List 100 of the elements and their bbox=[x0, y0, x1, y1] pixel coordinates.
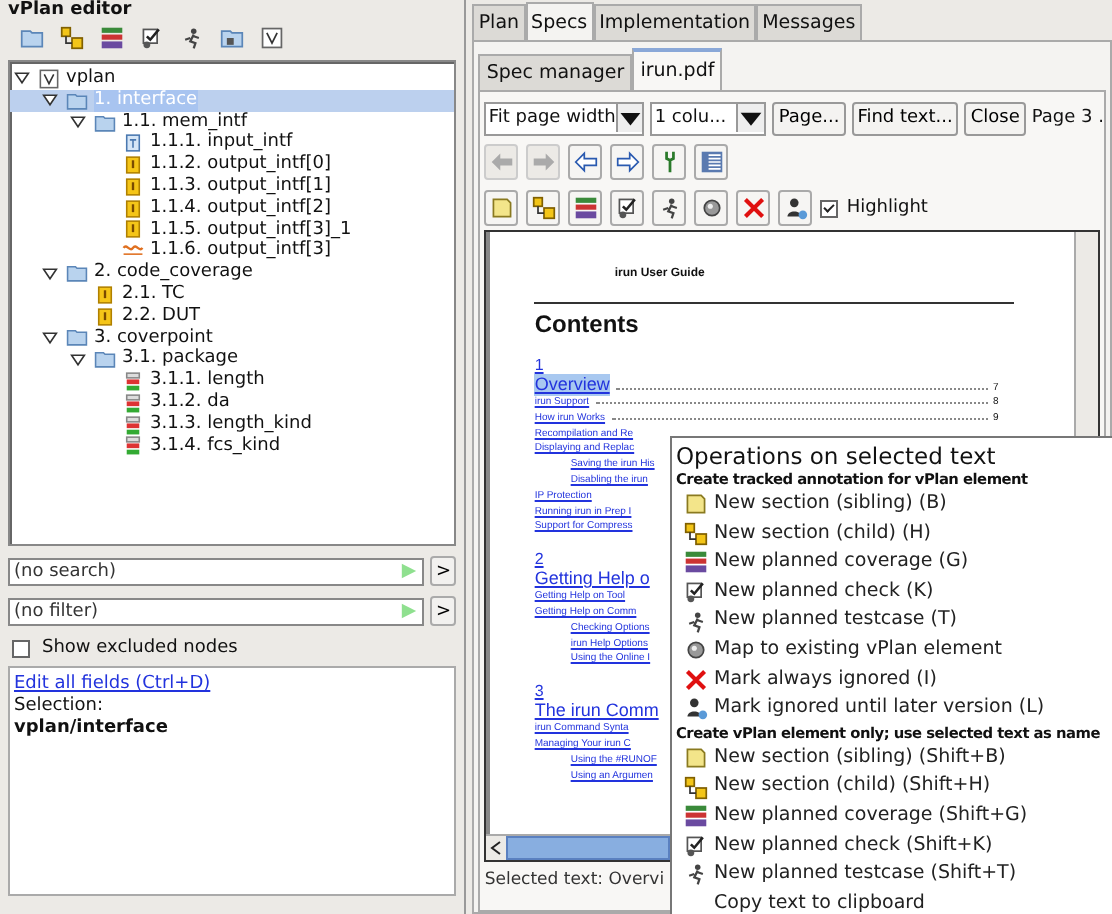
tree-item[interactable]: 1.1.4. output_intf[2] bbox=[10, 197, 455, 220]
expanded-triangle-icon[interactable] bbox=[42, 265, 58, 282]
menu-item[interactable]: New planned testcase (Shift+T) bbox=[676, 860, 1112, 890]
menu-item[interactable]: Copy text to clipboard bbox=[676, 889, 1112, 914]
toolbar-button[interactable]: Close bbox=[964, 101, 1026, 135]
menu-title: Operations on selected text bbox=[676, 442, 998, 470]
nodes-icon[interactable] bbox=[60, 26, 84, 50]
search-field[interactable]: (no search) bbox=[8, 557, 425, 585]
menu-item[interactable]: Mark ignored until later version (L) bbox=[676, 694, 1112, 724]
chip-icon bbox=[122, 197, 144, 220]
letter-box-icon[interactable] bbox=[260, 26, 284, 50]
runner-icon bbox=[684, 862, 708, 887]
tree-item[interactable]: 1.1.5. output_intf[3]_1 bbox=[10, 219, 455, 241]
tree-item[interactable]: 3.1.3. length_kind bbox=[10, 413, 455, 436]
right-arrow-icon bbox=[615, 150, 640, 174]
tree-item[interactable]: 2.2. DUT bbox=[10, 305, 455, 328]
toolbar-button[interactable]: Page... bbox=[772, 101, 846, 135]
wrench-button[interactable] bbox=[652, 144, 687, 180]
menu-item[interactable]: New planned coverage (Shift+G) bbox=[676, 801, 1112, 832]
check-button[interactable] bbox=[610, 190, 645, 226]
cross-button[interactable] bbox=[736, 190, 771, 226]
dropdown[interactable]: Fit page width bbox=[484, 101, 645, 135]
toolbar-button[interactable]: Find text... bbox=[851, 101, 959, 135]
chapter-link[interactable]: Overview bbox=[534, 374, 610, 396]
stack-icon bbox=[684, 804, 708, 829]
check-icon[interactable] bbox=[140, 26, 164, 50]
edit-link[interactable]: Edit all fields (Ctrl+D) bbox=[14, 674, 211, 694]
tree-item[interactable]: 2.1. TC bbox=[10, 283, 455, 306]
tree-item[interactable]: 1.1. mem_intf bbox=[10, 111, 455, 133]
runner-icon[interactable] bbox=[180, 26, 204, 50]
chapter-link[interactable]: Getting Help o bbox=[534, 568, 650, 591]
check-icon bbox=[615, 196, 640, 220]
tab[interactable]: Spec manager bbox=[478, 54, 633, 90]
tree-item[interactable]: 3.1. package bbox=[10, 348, 455, 371]
runner-icon bbox=[684, 609, 708, 634]
cross-icon bbox=[741, 196, 766, 220]
stack-icon[interactable] bbox=[100, 26, 124, 50]
tab[interactable]: Plan bbox=[472, 4, 526, 40]
dropdown[interactable]: 1 colu... bbox=[650, 101, 767, 135]
tree-item[interactable]: 1.1.1. input_intf bbox=[10, 132, 455, 155]
folder-icon bbox=[66, 89, 88, 112]
tree-item[interactable]: 3.1.2. da bbox=[10, 391, 455, 414]
tree-item[interactable]: 1.1.6. output_intf[3] bbox=[10, 240, 455, 263]
checkbox[interactable] bbox=[12, 639, 30, 657]
menu-item[interactable]: New planned check (Shift+K) bbox=[676, 831, 1112, 861]
chip-icon bbox=[122, 132, 144, 155]
caret-icon[interactable] bbox=[615, 104, 643, 132]
person-clock-icon bbox=[684, 696, 708, 721]
tree-item[interactable]: 3.1.4. fcs_kind bbox=[10, 435, 455, 457]
menu-item[interactable]: New section (sibling) (B) bbox=[676, 490, 1112, 520]
stack-icon bbox=[684, 550, 708, 575]
stack-button[interactable] bbox=[568, 190, 603, 226]
folder-icon[interactable] bbox=[20, 26, 44, 50]
chapter-link[interactable]: The irun Comm bbox=[534, 700, 659, 723]
selection-value: vplan/interface bbox=[14, 718, 170, 740]
menu-item[interactable]: New planned coverage (G) bbox=[676, 548, 1112, 578]
menu-item[interactable]: New planned testcase (T) bbox=[676, 606, 1112, 636]
caret-icon[interactable] bbox=[736, 104, 765, 132]
filter-field[interactable]: (no filter) bbox=[8, 597, 425, 625]
menu-item[interactable]: New section (child) (Shift+H) bbox=[676, 772, 1112, 802]
menu-item[interactable]: Map to existing vPlan element bbox=[676, 635, 1112, 666]
note-button[interactable] bbox=[484, 190, 519, 226]
tab[interactable]: irun.pdf bbox=[632, 48, 723, 90]
bullet-button[interactable] bbox=[694, 190, 729, 226]
runner-icon bbox=[657, 196, 682, 220]
folder-icon bbox=[66, 326, 88, 349]
checkbox-label: Show excluded nodes bbox=[42, 638, 238, 658]
chapter-number: 3 bbox=[534, 684, 544, 701]
menu-item[interactable]: Mark always ignored (I) bbox=[676, 665, 1112, 695]
menu-item[interactable]: New section (child) (H) bbox=[676, 519, 1112, 549]
list-button[interactable] bbox=[694, 144, 729, 180]
right-arrow-icon bbox=[531, 150, 556, 174]
tree-item[interactable]: vplan bbox=[10, 68, 455, 90]
note-icon bbox=[489, 196, 514, 220]
nodes-icon bbox=[684, 521, 708, 546]
go-button[interactable]: > bbox=[430, 556, 457, 586]
letter-box-icon bbox=[38, 67, 60, 90]
person-clock-button[interactable] bbox=[778, 190, 813, 226]
tab[interactable]: Implementation bbox=[593, 4, 757, 40]
contents-heading: Contents bbox=[534, 310, 641, 338]
tab[interactable]: Specs bbox=[525, 2, 594, 40]
go-button[interactable]: > bbox=[430, 596, 457, 626]
tab[interactable]: Messages bbox=[756, 4, 862, 40]
tree-item[interactable]: 1.1.3. output_intf[1] bbox=[10, 175, 455, 198]
menu-item[interactable]: New section (sibling) (Shift+B) bbox=[676, 743, 1112, 773]
runner-button[interactable] bbox=[652, 190, 687, 226]
chip-icon bbox=[94, 283, 116, 306]
tree-item[interactable]: 3.1.1. length bbox=[10, 370, 455, 392]
menu-item[interactable]: New planned check (K) bbox=[676, 577, 1112, 607]
folder-icon[interactable] bbox=[220, 26, 244, 50]
panel-title: vPlan editor bbox=[8, 0, 132, 20]
right-arrow-button[interactable] bbox=[610, 144, 645, 180]
tree-item[interactable]: 2. code_coverage bbox=[10, 262, 455, 284]
left-arrow-button[interactable] bbox=[568, 144, 603, 180]
nodes-button[interactable] bbox=[526, 190, 561, 226]
chapter-number: 1 bbox=[534, 358, 544, 374]
tree-item[interactable]: 1.1.2. output_intf[0] bbox=[10, 154, 455, 176]
chapter-number: 2 bbox=[534, 552, 544, 569]
tree-item[interactable]: 3. coverpoint bbox=[10, 327, 455, 349]
checkbox[interactable] bbox=[820, 199, 839, 217]
